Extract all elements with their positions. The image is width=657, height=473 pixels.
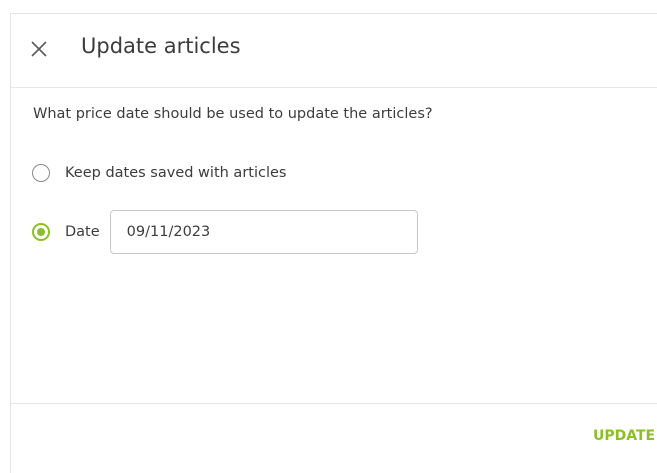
radio-keep-dates[interactable]	[32, 164, 50, 182]
option-date-label: Date	[65, 224, 100, 240]
close-icon[interactable]	[28, 38, 50, 60]
update-button[interactable]: UPDATE	[593, 428, 655, 444]
option-keep-dates-label: Keep dates saved with articles	[65, 165, 287, 181]
question-text: What price date should be used to update…	[33, 106, 433, 122]
update-articles-dialog: Update articles What price date should b…	[10, 13, 657, 473]
radio-date[interactable]	[32, 223, 50, 241]
dialog-footer: UPDATE	[11, 403, 657, 463]
date-input[interactable]	[109, 210, 418, 254]
dialog-header: Update articles	[11, 14, 657, 88]
option-date[interactable]: Date	[32, 210, 418, 254]
dialog-title: Update articles	[81, 34, 241, 58]
option-keep-dates[interactable]: Keep dates saved with articles	[32, 164, 286, 182]
